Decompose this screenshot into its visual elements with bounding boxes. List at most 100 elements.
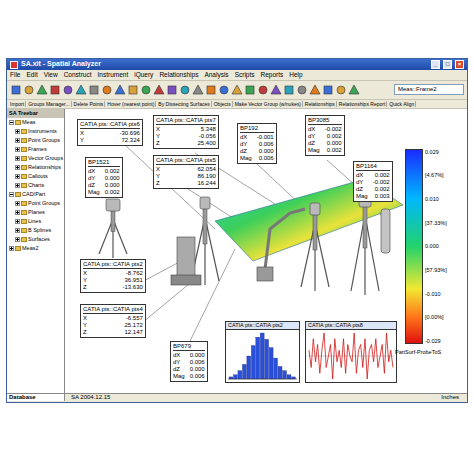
tool-icon[interactable] bbox=[192, 84, 204, 96]
menu-item[interactable]: File bbox=[7, 70, 23, 80]
expander-icon[interactable] bbox=[9, 120, 14, 125]
expander-icon[interactable] bbox=[15, 147, 20, 152]
tree-item[interactable]: Vector Groups bbox=[7, 154, 64, 163]
toolbar-button[interactable]: Delete Points bbox=[73, 101, 106, 107]
tool-icon[interactable] bbox=[75, 84, 87, 96]
toolbar-button[interactable]: By Dissecting Surfaces bbox=[157, 101, 211, 107]
menu-item[interactable]: iQuery bbox=[131, 70, 156, 80]
callout-box[interactable]: CATIA pts::CATIA pts6X-30.696Y72.324 bbox=[77, 119, 143, 146]
tool-icon[interactable] bbox=[205, 84, 217, 96]
tree-item[interactable]: Relationships bbox=[7, 163, 64, 172]
expander-icon[interactable] bbox=[15, 183, 20, 188]
tool-icon[interactable] bbox=[101, 84, 113, 96]
window-control[interactable]: _ bbox=[431, 60, 440, 69]
toolbar-button[interactable]: Groups Manager... bbox=[27, 101, 71, 107]
tree-item[interactable]: Meas2 bbox=[7, 244, 64, 253]
expander-icon[interactable] bbox=[15, 174, 20, 179]
menu-item[interactable]: View bbox=[41, 70, 61, 80]
tool-icon[interactable] bbox=[10, 84, 22, 96]
expander-icon[interactable] bbox=[15, 156, 20, 161]
expander-icon[interactable] bbox=[15, 129, 20, 134]
tree-item[interactable]: B Splines bbox=[7, 226, 64, 235]
expander-icon[interactable] bbox=[15, 210, 20, 215]
line-chart[interactable]: CATIA pts::CATIA pts8 bbox=[305, 321, 397, 383]
callout-value: 0.000 bbox=[105, 182, 120, 189]
graphics-canvas[interactable]: CATIA pts::CATIA pts6X-30.696Y72.324CATI… bbox=[65, 109, 467, 393]
callout-box[interactable]: BP1164dX0.002dY-0.002dZ0.002Mag0.003 bbox=[353, 161, 393, 202]
callout-box[interactable]: CATIA pts::CATIA pts7X5.348Y-0.056Z25.40… bbox=[153, 115, 219, 149]
tree-item[interactable]: Instruments bbox=[7, 127, 64, 136]
tool-icon[interactable] bbox=[309, 84, 321, 96]
tool-icon[interactable] bbox=[127, 84, 139, 96]
expander-icon[interactable] bbox=[15, 138, 20, 143]
tree-item[interactable]: Charts bbox=[7, 181, 64, 190]
tool-icon[interactable] bbox=[140, 84, 152, 96]
menu-item[interactable]: Scripts bbox=[232, 70, 258, 80]
toolbar-button[interactable]: Objects bbox=[213, 101, 233, 107]
menu-item[interactable]: Help bbox=[286, 70, 305, 80]
window-control[interactable]: × bbox=[455, 60, 464, 69]
tool-icon[interactable] bbox=[257, 84, 269, 96]
expander-icon[interactable] bbox=[15, 165, 20, 170]
tree-item[interactable]: Planes bbox=[7, 208, 64, 217]
callout-box[interactable]: BP1521dX0.002dY0.000dZ0.000Mag0.002 bbox=[85, 157, 123, 198]
tool-icon[interactable] bbox=[283, 84, 295, 96]
histogram-chart[interactable]: CATIA pts::CATIA pts2 bbox=[225, 321, 300, 383]
callout-box[interactable]: CATIA pts::CATIA pts2X-8.762Y36.951Z-13.… bbox=[80, 259, 146, 293]
toolbar-button[interactable]: Relationships bbox=[304, 101, 337, 107]
tool-icon[interactable] bbox=[153, 84, 165, 96]
tool-icon[interactable] bbox=[62, 84, 74, 96]
expander-icon[interactable] bbox=[9, 192, 14, 197]
tool-icon[interactable] bbox=[322, 84, 334, 96]
toolbar-button[interactable]: Quick Align bbox=[388, 101, 416, 107]
toolbar-button[interactable]: Relationships Report bbox=[338, 101, 387, 107]
tool-icon[interactable] bbox=[49, 84, 61, 96]
tree-item[interactable]: Frames bbox=[7, 145, 64, 154]
callout-box[interactable]: CATIA pts::CATIA pts4X-6.557Y25.172Z12.1… bbox=[80, 304, 146, 338]
callout-box[interactable]: CATIA pts::CATIA pts5X62.054Y86.190Z16.2… bbox=[153, 155, 219, 189]
callout-box[interactable]: BP192dX-0.001dY0.006dZ0.000Mag0.006 bbox=[237, 123, 277, 164]
menu-item[interactable]: Analysis bbox=[201, 70, 231, 80]
menu-item[interactable]: Edit bbox=[23, 70, 40, 80]
expander-icon[interactable] bbox=[15, 228, 20, 233]
toolbar-button[interactable]: Import bbox=[9, 101, 26, 107]
menu-item[interactable]: Construct bbox=[61, 70, 95, 80]
menu-item[interactable]: Relationships bbox=[156, 70, 201, 80]
tool-icon[interactable] bbox=[114, 84, 126, 96]
tool-icon[interactable] bbox=[88, 84, 100, 96]
tool-icon[interactable] bbox=[270, 84, 282, 96]
tree-item[interactable]: Point Groups bbox=[7, 199, 64, 208]
tree-item[interactable]: Meas bbox=[7, 118, 64, 127]
window-control[interactable]: □ bbox=[443, 60, 452, 69]
toolbar-button[interactable]: Make Vector Group (w/nukes) bbox=[234, 101, 303, 107]
tool-icon[interactable] bbox=[231, 84, 243, 96]
tool-icon[interactable] bbox=[348, 84, 360, 96]
scale-tick: [57.93%] bbox=[425, 267, 447, 273]
tool-icon[interactable] bbox=[179, 84, 191, 96]
callout-box[interactable]: BP679dX0.000dY0.006dZ0.000Mag0.006 bbox=[170, 341, 208, 382]
menu-item[interactable]: Reports bbox=[258, 70, 287, 80]
callout-label: dY bbox=[240, 141, 252, 148]
toolbar-button[interactable]: Hover (nearest point) bbox=[106, 101, 156, 107]
tree-item[interactable]: Callouts bbox=[7, 172, 64, 181]
menu-item[interactable]: Instrument bbox=[95, 70, 132, 80]
callout-value: 0.000 bbox=[190, 366, 205, 373]
expander-icon[interactable] bbox=[15, 201, 20, 206]
frame-combo[interactable]: Meas::Frame2 bbox=[394, 84, 464, 95]
tree-item[interactable]: Lines bbox=[7, 217, 64, 226]
tool-icon[interactable] bbox=[335, 84, 347, 96]
tool-icon[interactable] bbox=[36, 84, 48, 96]
tree-item[interactable]: Surfaces bbox=[7, 235, 64, 244]
database-tab[interactable]: Database bbox=[7, 394, 65, 401]
tool-icon[interactable] bbox=[23, 84, 35, 96]
tool-icon[interactable] bbox=[296, 84, 308, 96]
tree-item[interactable]: Point Groups bbox=[7, 136, 64, 145]
tree-item[interactable]: CAD/Part bbox=[7, 190, 64, 199]
tool-icon[interactable] bbox=[166, 84, 178, 96]
expander-icon[interactable] bbox=[15, 237, 20, 242]
callout-box[interactable]: BP3085dX-0.002dY0.002dZ0.000Mag0.002 bbox=[305, 115, 345, 156]
tool-icon[interactable] bbox=[218, 84, 230, 96]
expander-icon[interactable] bbox=[15, 219, 20, 224]
tool-icon[interactable] bbox=[244, 84, 256, 96]
expander-icon[interactable] bbox=[9, 246, 14, 251]
